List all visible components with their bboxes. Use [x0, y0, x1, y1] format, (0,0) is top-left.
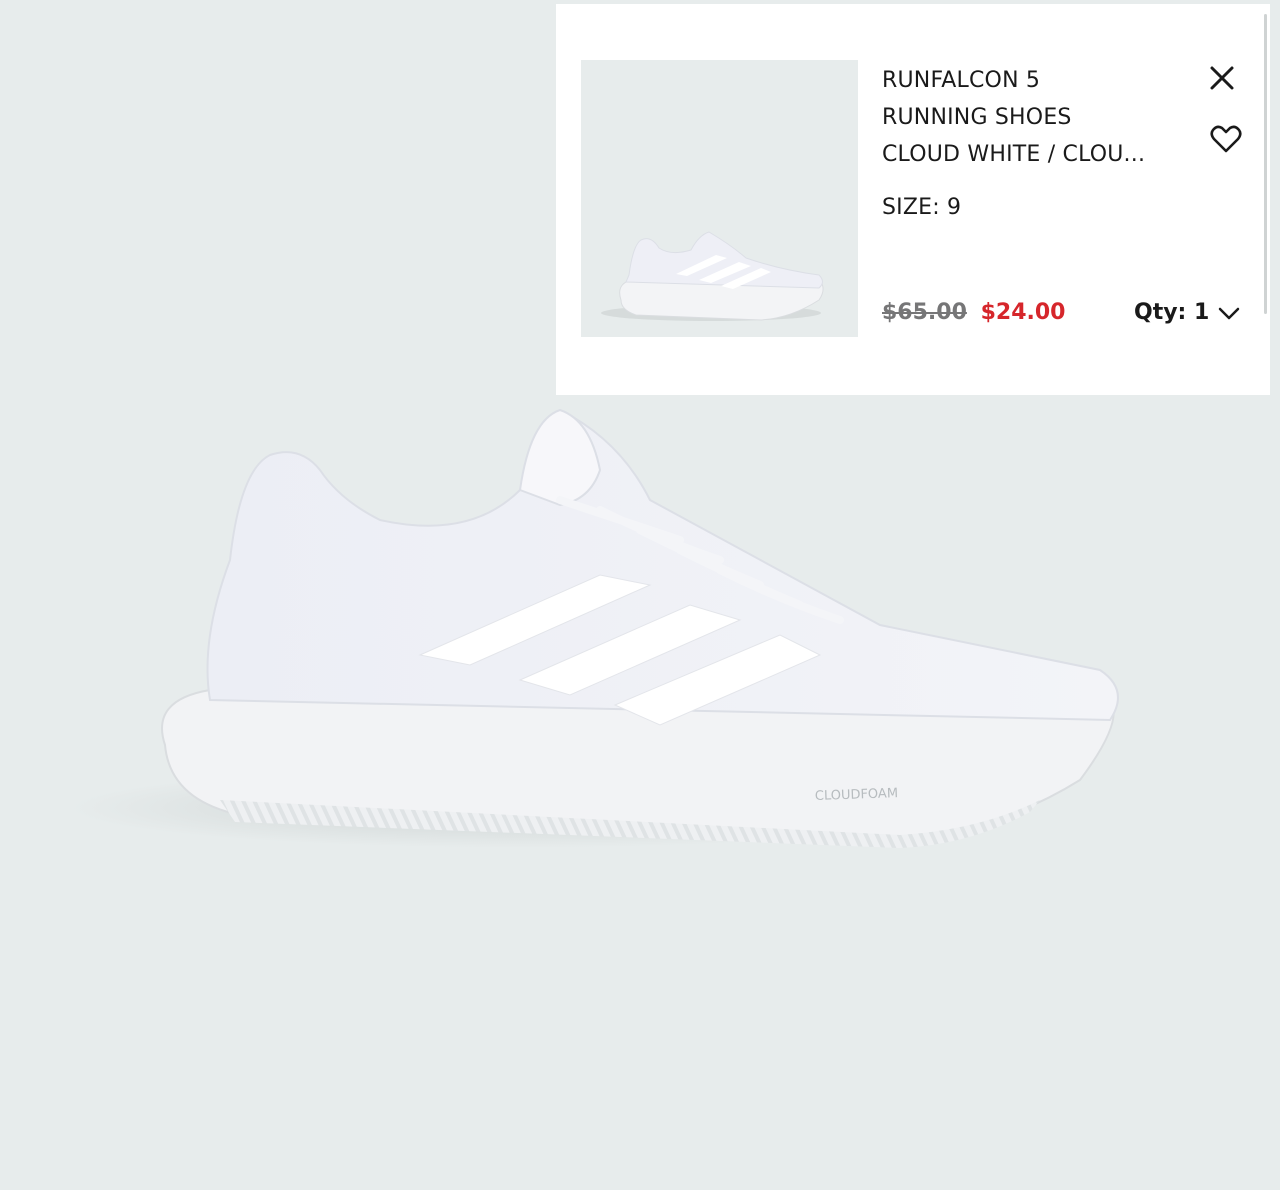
size-label: SIZE: 9 [882, 195, 962, 220]
shoe-thumbnail-illustration [601, 231, 824, 321]
close-icon [1210, 66, 1234, 90]
sale-price: $24.00 [980, 300, 1066, 325]
wishlist-button[interactable] [1210, 124, 1242, 154]
price-group: $65.00 $24.00 [882, 300, 1065, 325]
heart-icon [1210, 125, 1242, 153]
product-title-line-2[interactable]: RUNNING SHOES [882, 99, 1182, 136]
quantity-label: Qty: 1 [1134, 300, 1210, 325]
original-price: $65.00 [882, 300, 967, 325]
product-thumbnail[interactable] [581, 60, 858, 337]
product-info: RUNFALCON 5 RUNNING SHOES CLOUD WHITE / … [882, 62, 1182, 226]
scrollbar[interactable] [1264, 14, 1267, 314]
midsole-logo-text: CLOUDFOAM [815, 786, 899, 804]
product-color-line[interactable]: CLOUD WHITE / CLOU... [882, 136, 1182, 173]
remove-item-button[interactable] [1208, 64, 1236, 92]
product-title-line-1[interactable]: RUNFALCON 5 [882, 62, 1182, 99]
cart-item-card: RUNFALCON 5 RUNNING SHOES CLOUD WHITE / … [556, 4, 1270, 395]
chevron-down-icon [1217, 301, 1241, 325]
quantity-selector[interactable]: Qty: 1 [1134, 300, 1241, 325]
